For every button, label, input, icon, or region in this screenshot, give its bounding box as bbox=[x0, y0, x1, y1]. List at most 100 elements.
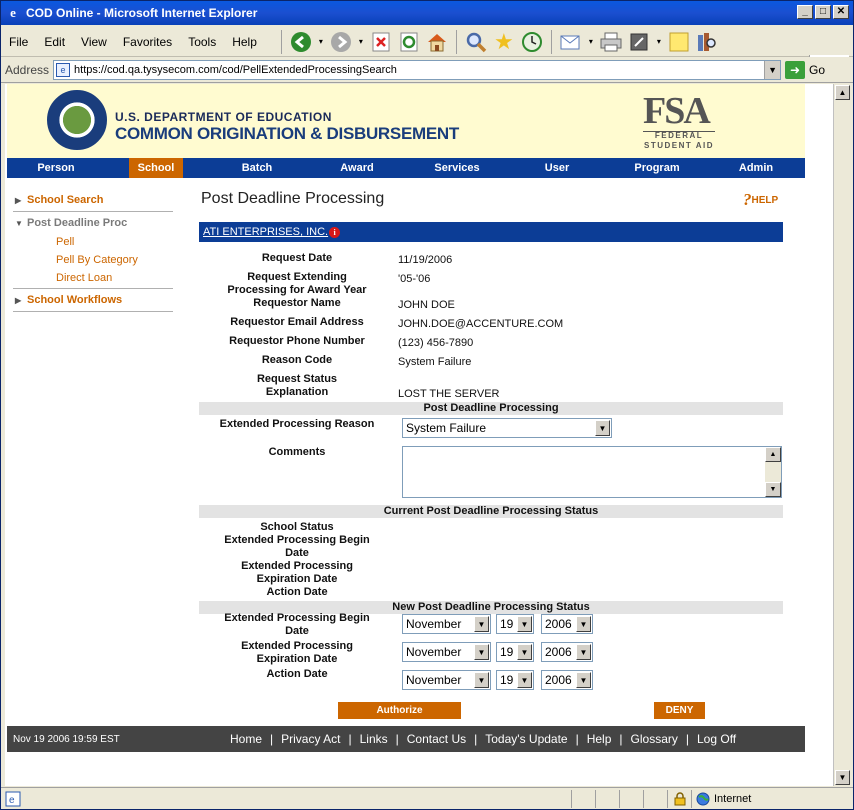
footer-link-privacy[interactable]: Privacy Act bbox=[281, 732, 340, 746]
info-icon[interactable]: i bbox=[329, 226, 341, 238]
browser-window: e COD Online - Microsoft Internet Explor… bbox=[0, 0, 854, 810]
status-segment bbox=[643, 789, 667, 808]
exp-day-select[interactable]: 19 ▼ bbox=[496, 642, 534, 662]
current-begin-label-2: Date bbox=[285, 547, 309, 559]
action-year-select[interactable]: 2006 ▼ bbox=[541, 670, 593, 690]
menu-help[interactable]: Help bbox=[224, 35, 265, 49]
nav-user[interactable]: User bbox=[507, 158, 607, 178]
action-day-select[interactable]: 19 ▼ bbox=[496, 670, 534, 690]
sidebar-item-label: School Search bbox=[27, 194, 104, 206]
edit-dropdown-icon[interactable]: ▾ bbox=[654, 29, 664, 55]
comments-label: Comments bbox=[268, 446, 326, 458]
sidebar-item-school-workflows[interactable]: ▶ School Workflows bbox=[13, 290, 173, 310]
menu-tools[interactable]: Tools bbox=[180, 35, 224, 49]
footer-link-home[interactable]: Home bbox=[230, 732, 262, 746]
request-date-label: Request Date bbox=[261, 252, 333, 264]
go-button[interactable]: ➜ Go bbox=[785, 60, 825, 79]
home-icon[interactable] bbox=[424, 29, 450, 55]
notes-icon[interactable] bbox=[666, 29, 692, 55]
award-year-label-1: Request Extending bbox=[247, 271, 347, 283]
nav-school[interactable]: School bbox=[129, 158, 183, 178]
minimize-button[interactable]: _ bbox=[797, 5, 813, 19]
footer-separator: | bbox=[619, 732, 623, 746]
main-nav: Person School Batch Award Services User … bbox=[7, 158, 805, 178]
address-dropdown-icon[interactable]: ▼ bbox=[764, 60, 781, 79]
footer-separator: | bbox=[474, 732, 478, 746]
refresh-icon[interactable] bbox=[396, 29, 422, 55]
back-icon[interactable] bbox=[288, 29, 314, 55]
footer-link-todays-update[interactable]: Today's Update bbox=[485, 732, 567, 746]
comments-textarea[interactable]: ▲ ▼ bbox=[402, 446, 782, 498]
sidebar-subitem-pell[interactable]: Pell bbox=[13, 233, 173, 251]
begin-year-value: 2006 bbox=[545, 617, 572, 631]
ie-logo-icon: e bbox=[10, 5, 16, 20]
footer-link-links[interactable]: Links bbox=[360, 732, 388, 746]
begin-day-select[interactable]: 19 ▼ bbox=[496, 614, 534, 634]
menu-view[interactable]: View bbox=[73, 35, 115, 49]
ext-reason-select[interactable]: System Failure ▼ bbox=[402, 418, 612, 438]
requestor-email-label: Requestor Email Address bbox=[230, 316, 364, 328]
requestor-name-value: JOHN DOE bbox=[398, 299, 455, 311]
maximize-button[interactable]: □ bbox=[815, 5, 831, 19]
scroll-up-icon[interactable]: ▲ bbox=[765, 447, 781, 462]
page-icon: e bbox=[56, 62, 71, 77]
nav-award[interactable]: Award bbox=[307, 158, 407, 178]
footer-link-glossary[interactable]: Glossary bbox=[631, 732, 678, 746]
menu-favorites[interactable]: Favorites bbox=[115, 35, 180, 49]
help-link[interactable]: ? HELP bbox=[743, 190, 778, 210]
exp-year-select[interactable]: 2006 ▼ bbox=[541, 642, 593, 662]
authorize-button[interactable]: Authorize bbox=[338, 702, 461, 719]
scroll-down-icon[interactable]: ▼ bbox=[765, 482, 781, 497]
nav-person[interactable]: Person bbox=[7, 158, 105, 178]
zone-label: Internet bbox=[714, 792, 752, 805]
menu-file[interactable]: File bbox=[1, 35, 36, 49]
stop-icon[interactable] bbox=[368, 29, 394, 55]
forward-dropdown-icon[interactable]: ▾ bbox=[356, 29, 366, 55]
action-month-select[interactable]: November ▼ bbox=[402, 670, 491, 690]
edit-icon[interactable] bbox=[626, 29, 652, 55]
close-button[interactable]: ✕ bbox=[833, 5, 849, 19]
page-scrollbar[interactable]: ▲ ▼ bbox=[833, 84, 851, 786]
school-name-link[interactable]: ATI ENTERPRISES, INC. bbox=[203, 226, 328, 238]
mail-dropdown-icon[interactable]: ▾ bbox=[586, 29, 596, 55]
deny-button[interactable]: DENY bbox=[654, 702, 705, 719]
action-day-value: 19 bbox=[500, 673, 514, 687]
window-controls: _ □ ✕ bbox=[797, 5, 849, 19]
nav-services[interactable]: Services bbox=[407, 158, 507, 178]
mail-icon[interactable] bbox=[558, 29, 584, 55]
scroll-down-icon[interactable]: ▼ bbox=[835, 770, 850, 785]
history-icon[interactable] bbox=[519, 29, 545, 55]
sidebar-divider bbox=[13, 288, 173, 289]
chevron-down-icon: ▼ bbox=[576, 616, 591, 632]
fsa-logo: FSA FEDERAL STUDENT AID bbox=[643, 92, 715, 152]
sidebar-item-school-search[interactable]: ▶ School Search bbox=[13, 190, 173, 210]
scroll-up-icon[interactable]: ▲ bbox=[835, 85, 850, 100]
action-year-value: 2006 bbox=[545, 673, 572, 687]
footer-link-logoff[interactable]: Log Off bbox=[697, 732, 736, 746]
triangle-right-icon: ▶ bbox=[15, 195, 22, 205]
sidebar-item-post-deadline[interactable]: ▼ Post Deadline Proc bbox=[13, 213, 173, 233]
favorites-star-icon[interactable]: ★ bbox=[491, 29, 517, 55]
begin-year-select[interactable]: 2006 ▼ bbox=[541, 614, 593, 634]
sidebar-item-label: School Workflows bbox=[27, 294, 123, 306]
nav-program[interactable]: Program bbox=[607, 158, 707, 178]
address-input[interactable]: e https://cod.qa.tysysecom.com/cod/PellE… bbox=[53, 59, 782, 80]
nav-admin[interactable]: Admin bbox=[707, 158, 805, 178]
begin-month-select[interactable]: November ▼ bbox=[402, 614, 491, 634]
back-dropdown-icon[interactable]: ▾ bbox=[316, 29, 326, 55]
exp-month-select[interactable]: November ▼ bbox=[402, 642, 491, 662]
triangle-right-icon: ▶ bbox=[15, 295, 22, 305]
sidebar-subitem-direct-loan[interactable]: Direct Loan bbox=[13, 269, 173, 287]
comments-scrollbar[interactable]: ▲ ▼ bbox=[765, 447, 781, 497]
menu-edit[interactable]: Edit bbox=[36, 35, 73, 49]
forward-icon[interactable] bbox=[328, 29, 354, 55]
search-icon[interactable] bbox=[463, 29, 489, 55]
footer-link-help[interactable]: Help bbox=[587, 732, 612, 746]
sidebar: ▶ School Search ▼ Post Deadline Proc Pel… bbox=[13, 190, 173, 313]
nav-batch[interactable]: Batch bbox=[207, 158, 307, 178]
sidebar-subitem-pell-by-category[interactable]: Pell By Category bbox=[13, 251, 173, 269]
exp-month-value: November bbox=[406, 645, 462, 659]
print-icon[interactable] bbox=[598, 29, 624, 55]
research-icon[interactable] bbox=[694, 29, 720, 55]
footer-link-contact[interactable]: Contact Us bbox=[407, 732, 466, 746]
